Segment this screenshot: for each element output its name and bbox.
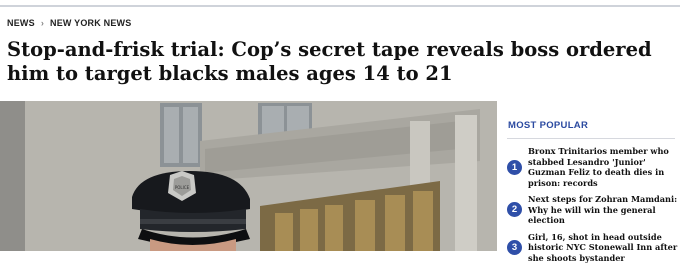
rank-badge: 3 — [507, 239, 522, 255]
article-headline: Stop-and-frisk trial: Cop’s secret tape … — [7, 38, 652, 85]
hero-image[interactable]: POLICE — [0, 101, 497, 251]
popular-item-3[interactable]: 3 Girl, 16, shot in head outside histori… — [507, 232, 680, 264]
most-popular-sidebar: MOST POPULAR 1 Bronx Trinitarios member … — [507, 120, 680, 269]
popular-item-link[interactable]: Bronx Trinitarios member who stabbed Les… — [528, 146, 678, 188]
most-popular-title: MOST POPULAR — [508, 120, 589, 131]
breadcrumb-separator-icon: › — [40, 18, 45, 28]
rank-badge: 2 — [507, 202, 522, 218]
breadcrumb-news[interactable]: NEWS — [7, 18, 35, 28]
sidebar-divider — [507, 138, 675, 139]
hero-badge-text: POLICE — [175, 185, 190, 190]
top-divider — [0, 5, 680, 7]
popular-item-1[interactable]: 1 Bronx Trinitarios member who stabbed L… — [507, 146, 680, 188]
popular-item-link[interactable]: Next steps for Zohran Mamdani: Why he wi… — [528, 194, 678, 226]
popular-item-link[interactable]: Girl, 16, shot in head outside historic … — [528, 232, 678, 264]
breadcrumb: NEWS › NEW YORK NEWS — [7, 18, 131, 28]
breadcrumb-new-york-news[interactable]: NEW YORK NEWS — [50, 18, 131, 28]
popular-item-2[interactable]: 2 Next steps for Zohran Mamdani: Why he … — [507, 194, 680, 226]
rank-badge: 1 — [507, 159, 522, 175]
